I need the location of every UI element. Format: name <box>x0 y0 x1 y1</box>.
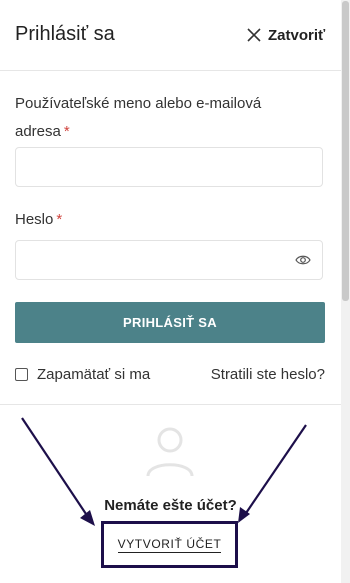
right-arrow <box>238 424 307 523</box>
left-arrow <box>21 417 95 526</box>
annotation-arrows <box>21 417 307 526</box>
scrollbar-thumb[interactable] <box>342 1 349 301</box>
